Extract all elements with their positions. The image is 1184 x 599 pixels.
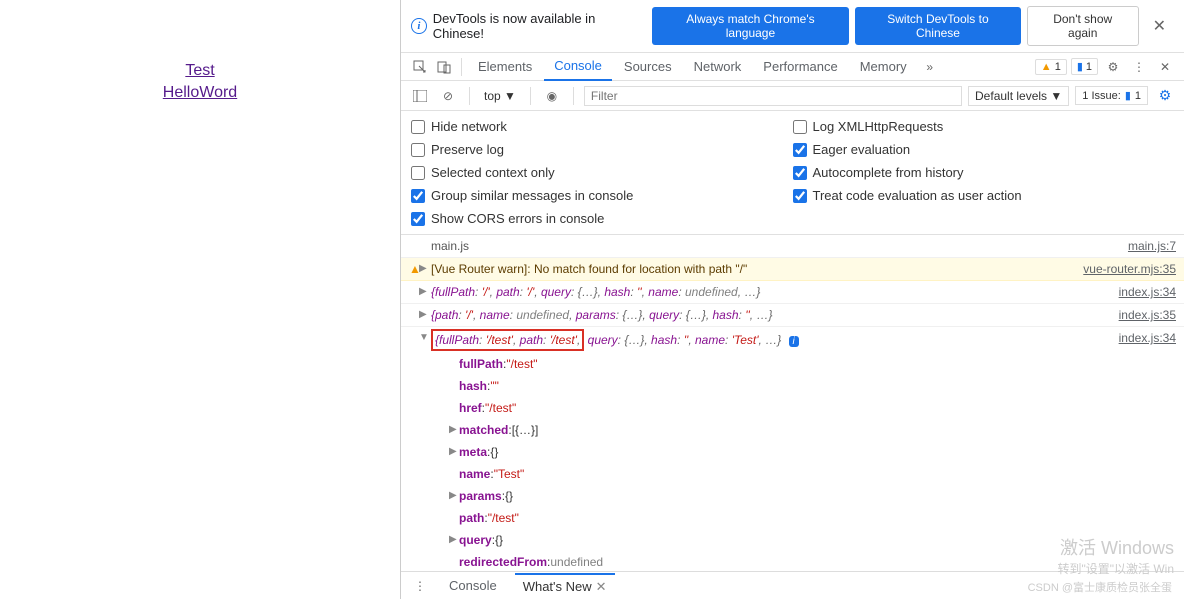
tab-performance[interactable]: Performance [753,53,847,80]
page-link-hello[interactable]: HelloWord [0,82,400,104]
log-text: main.js [431,237,1118,255]
tab-memory[interactable]: Memory [850,53,917,80]
expand-arrow-icon[interactable]: ▶ [419,306,427,324]
check-log-xhr[interactable]: Log XMLHttpRequests [793,115,1175,138]
object-property[interactable]: hash: "" [401,375,1184,397]
console-settings-icon[interactable]: ⚙ [1154,85,1176,107]
issues-badge[interactable]: 1 Issue: ▮ 1 [1075,86,1148,105]
settings-icon[interactable]: ⚙ [1102,56,1124,78]
tab-network[interactable]: Network [684,53,752,80]
sidebar-toggle-icon[interactable] [409,85,431,107]
log-text: {fullPath: '/', path: '/', query: {…}, h… [431,283,1109,301]
console-settings-checks: Hide network Preserve log Selected conte… [401,111,1184,235]
check-autocomplete[interactable]: Autocomplete from history [793,161,1175,184]
drawer-tab-whatsnew[interactable]: What's New✕ [515,573,615,599]
more-menu-icon[interactable]: ⋮ [1128,56,1150,78]
tab-console[interactable]: Console [544,52,612,81]
divider [530,87,531,105]
close-banner-icon[interactable]: ✕ [1145,14,1174,38]
divider [573,87,574,105]
source-link[interactable]: main.js:7 [1118,237,1176,255]
check-show-cors[interactable]: Show CORS errors in console [411,207,793,230]
close-tab-icon[interactable]: ✕ [596,579,607,594]
csdn-watermark: CSDN @富士康质检员张全蛋 [1028,579,1172,595]
object-property[interactable]: href: "/test" [401,397,1184,419]
warnings-badge[interactable]: ▲1 [1035,59,1067,75]
source-link[interactable]: index.js:34 [1109,329,1176,351]
check-group-similar[interactable]: Group similar messages in console [411,184,793,207]
banner-text: DevTools is now available in Chinese! [433,11,646,41]
messages-badge[interactable]: ▮1 [1071,58,1098,75]
log-levels-select[interactable]: Default levels ▼ [968,86,1069,106]
issue-count: 1 [1135,90,1141,102]
dont-show-button[interactable]: Don't show again [1027,6,1139,46]
object-property[interactable]: fullPath: "/test" [401,353,1184,375]
devtools-panel: i DevTools is now available in Chinese! … [400,0,1184,599]
issue-icon: ▮ [1125,89,1131,102]
always-match-button[interactable]: Always match Chrome's language [652,7,849,45]
language-banner: i DevTools is now available in Chinese! … [401,0,1184,53]
log-row[interactable]: ▶ {path: '/', name: undefined, params: {… [401,304,1184,327]
log-text: {fullPath: '/test', path: '/test', query… [431,329,1109,351]
drawer-menu-icon[interactable]: ⋮ [409,575,431,597]
close-devtools-icon[interactable]: ✕ [1154,56,1176,78]
expand-arrow-icon[interactable]: ▶ [419,283,427,301]
highlight-box: {fullPath: '/test', path: '/test', [431,329,584,351]
device-icon[interactable] [433,56,455,78]
main-tabs: Elements Console Sources Network Perform… [401,53,1184,81]
collapse-arrow-icon[interactable]: ▼ [419,329,429,347]
log-text: {path: '/', name: undefined, params: {…}… [431,306,1109,324]
info-badge-icon[interactable]: i [789,336,799,347]
divider [461,58,462,76]
msg-count: 1 [1086,61,1092,73]
object-property[interactable]: ▶query: {} [401,529,1184,551]
switch-chinese-button[interactable]: Switch DevTools to Chinese [855,7,1021,45]
divider [469,87,470,105]
source-link[interactable]: index.js:35 [1109,306,1176,324]
clear-console-icon[interactable]: ⊘ [437,85,459,107]
expand-arrow-icon[interactable]: ▶ [419,260,427,278]
issue-label: 1 Issue: [1082,90,1121,102]
check-hide-network[interactable]: Hide network [411,115,793,138]
filter-input[interactable] [584,86,962,106]
tab-sources[interactable]: Sources [614,53,682,80]
console-output: main.js main.js:7 ▲ ▶ [Vue Router warn]:… [401,235,1184,571]
log-row-warning[interactable]: ▲ ▶ [Vue Router warn]: No match found fo… [401,258,1184,281]
tab-elements[interactable]: Elements [468,53,542,80]
log-row[interactable]: ▶ {fullPath: '/', path: '/', query: {…},… [401,281,1184,304]
warning-icon: ▲ [1041,61,1052,73]
object-property[interactable]: redirectedFrom: undefined [401,551,1184,571]
console-toolbar: ⊘ top ▼ ◉ Default levels ▼ 1 Issue: ▮ 1 … [401,81,1184,111]
check-preserve-log[interactable]: Preserve log [411,138,793,161]
source-link[interactable]: vue-router.mjs:35 [1073,260,1176,278]
log-row-expanded[interactable]: ▼ {fullPath: '/test', path: '/test', que… [401,327,1184,353]
drawer-tab-console[interactable]: Console [441,574,505,597]
info-icon: i [411,18,427,34]
check-selected-context[interactable]: Selected context only [411,161,793,184]
object-property[interactable]: ▶params: {} [401,485,1184,507]
page-link-test[interactable]: Test [0,60,400,82]
log-row[interactable]: main.js main.js:7 [401,235,1184,258]
check-eager-eval[interactable]: Eager evaluation [793,138,1175,161]
live-expression-icon[interactable]: ◉ [541,85,563,107]
inspect-icon[interactable] [409,56,431,78]
context-selector[interactable]: top ▼ [480,87,520,105]
object-property[interactable]: ▶meta: {} [401,441,1184,463]
object-property[interactable]: ▶matched: [{…}] [401,419,1184,441]
more-tabs-icon[interactable]: » [919,56,941,78]
log-text: [Vue Router warn]: No match found for lo… [431,260,1073,278]
warn-count: 1 [1055,61,1061,73]
object-property[interactable]: path: "/test" [401,507,1184,529]
check-treat-code[interactable]: Treat code evaluation as user action [793,184,1175,207]
message-icon: ▮ [1077,60,1083,73]
object-property[interactable]: name: "Test" [401,463,1184,485]
page-viewport: Test HelloWord [0,0,400,599]
source-link[interactable]: index.js:34 [1109,283,1176,301]
nested-object: fullPath: "/test"hash: ""href: "/test"▶m… [401,353,1184,571]
